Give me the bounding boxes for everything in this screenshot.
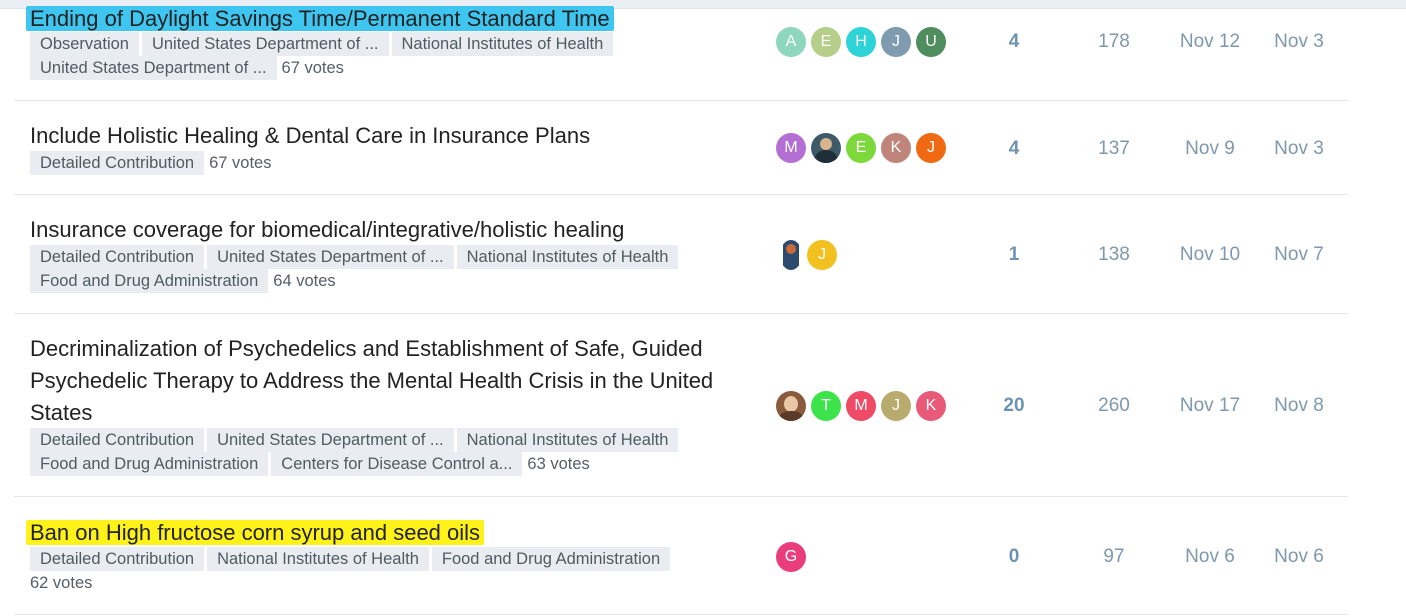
avatar[interactable]: G	[776, 542, 806, 572]
avatar[interactable]: A	[776, 27, 806, 57]
vote-count: 67 votes	[281, 59, 344, 77]
topic-row: Insurance coverage for biomedical/integr…	[14, 195, 1348, 314]
reply-count: 4	[1008, 138, 1020, 159]
avatar[interactable]: M	[846, 391, 876, 421]
avatar-photo[interactable]	[776, 391, 806, 421]
last-activity[interactable]: Nov 10	[1170, 244, 1250, 266]
avatar[interactable]: T	[811, 391, 841, 421]
view-count: 137	[1098, 138, 1130, 159]
topic-title[interactable]: Decriminalization of Psychedelics and Es…	[30, 333, 740, 429]
tag-detailed-contribution[interactable]: Detailed Contribution	[30, 151, 205, 175]
topic-tags: Detailed Contribution 67 votes	[30, 151, 750, 175]
poster-avatars: A E H J U	[776, 27, 951, 57]
topic-row: Decriminalization of Psychedelics and Es…	[14, 314, 1348, 497]
avatar[interactable]: K	[881, 133, 911, 163]
tag-detailed-contribution[interactable]: Detailed Contribution	[30, 245, 205, 269]
created-date[interactable]: Nov 7	[1259, 244, 1339, 266]
poster-avatars: J	[776, 240, 842, 270]
topic-title-link[interactable]: Ban on High fructose corn syrup and seed…	[26, 520, 485, 545]
avatar[interactable]: J	[916, 133, 946, 163]
tag-fda[interactable]: Food and Drug Administration	[30, 269, 269, 293]
reply-count: 1	[1008, 244, 1020, 265]
topic-row: Ban on High fructose corn syrup and seed…	[14, 497, 1348, 615]
tag-nih[interactable]: National Institutes of Health	[207, 547, 429, 571]
tag-nih[interactable]: National Institutes of Health	[456, 245, 679, 269]
topic-tags: Detailed Contribution United States Depar…	[30, 428, 750, 476]
tag-detailed-contribution[interactable]: Detailed Contribution	[30, 428, 205, 452]
vote-count: 64 votes	[273, 272, 336, 290]
reply-count: 0	[1008, 546, 1020, 567]
created-date[interactable]: Nov 3	[1259, 31, 1339, 53]
tag-us-department[interactable]: United States Department of ...	[141, 32, 389, 56]
avatar[interactable]: H	[846, 27, 876, 57]
tag-us-department[interactable]: United States Department of ...	[207, 428, 454, 452]
tag-fda[interactable]: Food and Drug Administration	[431, 547, 671, 571]
reply-count: 4	[1008, 31, 1020, 52]
vote-count: 67 votes	[209, 154, 272, 172]
avatar[interactable]: K	[916, 391, 946, 421]
avatar[interactable]: E	[811, 27, 841, 57]
view-count: 138	[1098, 244, 1130, 265]
avatar[interactable]: J	[807, 240, 837, 270]
view-count: 178	[1098, 31, 1130, 52]
last-activity[interactable]: Nov 17	[1170, 395, 1250, 417]
topic-title[interactable]: Ending of Daylight Savings Time/Permanen…	[26, 3, 614, 35]
tag-detailed-contribution[interactable]: Detailed Contribution	[30, 547, 205, 571]
poster-avatars: T M J K	[776, 391, 951, 421]
poster-avatars: G	[776, 542, 811, 572]
tag-observation[interactable]: Observation	[30, 32, 139, 56]
tag-us-department[interactable]: United States Department of ...	[30, 56, 277, 80]
tag-nih[interactable]: National Institutes of Health	[456, 428, 679, 452]
avatar[interactable]: J	[881, 391, 911, 421]
created-date[interactable]: Nov 8	[1259, 395, 1339, 417]
topic-row: Ending of Daylight Savings Time/Permanen…	[14, 0, 1348, 101]
topic-title[interactable]: Ban on High fructose corn syrup and seed…	[26, 517, 485, 549]
topic-title-link[interactable]: Ending of Daylight Savings Time/Permanen…	[26, 6, 614, 31]
created-date[interactable]: Nov 3	[1259, 138, 1339, 160]
last-activity[interactable]: Nov 6	[1170, 546, 1250, 568]
topic-tags: Observation United States Department of .…	[30, 32, 750, 80]
tag-fda[interactable]: Food and Drug Administration	[30, 452, 269, 476]
tag-nih[interactable]: National Institutes of Health	[391, 32, 614, 56]
avatar[interactable]: M	[776, 133, 806, 163]
view-count: 260	[1098, 395, 1130, 416]
reply-count: 20	[1003, 395, 1025, 416]
avatar[interactable]: J	[881, 27, 911, 57]
tag-cdc[interactable]: Centers for Disease Control a...	[271, 452, 523, 476]
avatar[interactable]: E	[846, 133, 876, 163]
avatar[interactable]: U	[916, 27, 946, 57]
avatar-photo[interactable]	[780, 240, 802, 270]
poster-avatars: M E K J	[776, 133, 951, 163]
created-date[interactable]: Nov 6	[1259, 546, 1339, 568]
topic-tags: Detailed Contribution National Institutes…	[30, 547, 750, 595]
tag-us-department[interactable]: United States Department of ...	[207, 245, 454, 269]
topic-row: Include Holistic Healing & Dental Care i…	[14, 101, 1348, 195]
last-activity[interactable]: Nov 12	[1170, 31, 1250, 53]
topic-title[interactable]: Include Holistic Healing & Dental Care i…	[30, 120, 590, 152]
topic-title[interactable]: Insurance coverage for biomedical/integr…	[30, 214, 624, 246]
vote-count: 63 votes	[527, 455, 590, 473]
last-activity[interactable]: Nov 9	[1170, 138, 1250, 160]
view-count: 97	[1103, 546, 1125, 567]
avatar-photo[interactable]	[811, 133, 841, 163]
vote-count: 62 votes	[30, 574, 93, 592]
topic-tags: Detailed Contribution United States Depar…	[30, 245, 750, 293]
